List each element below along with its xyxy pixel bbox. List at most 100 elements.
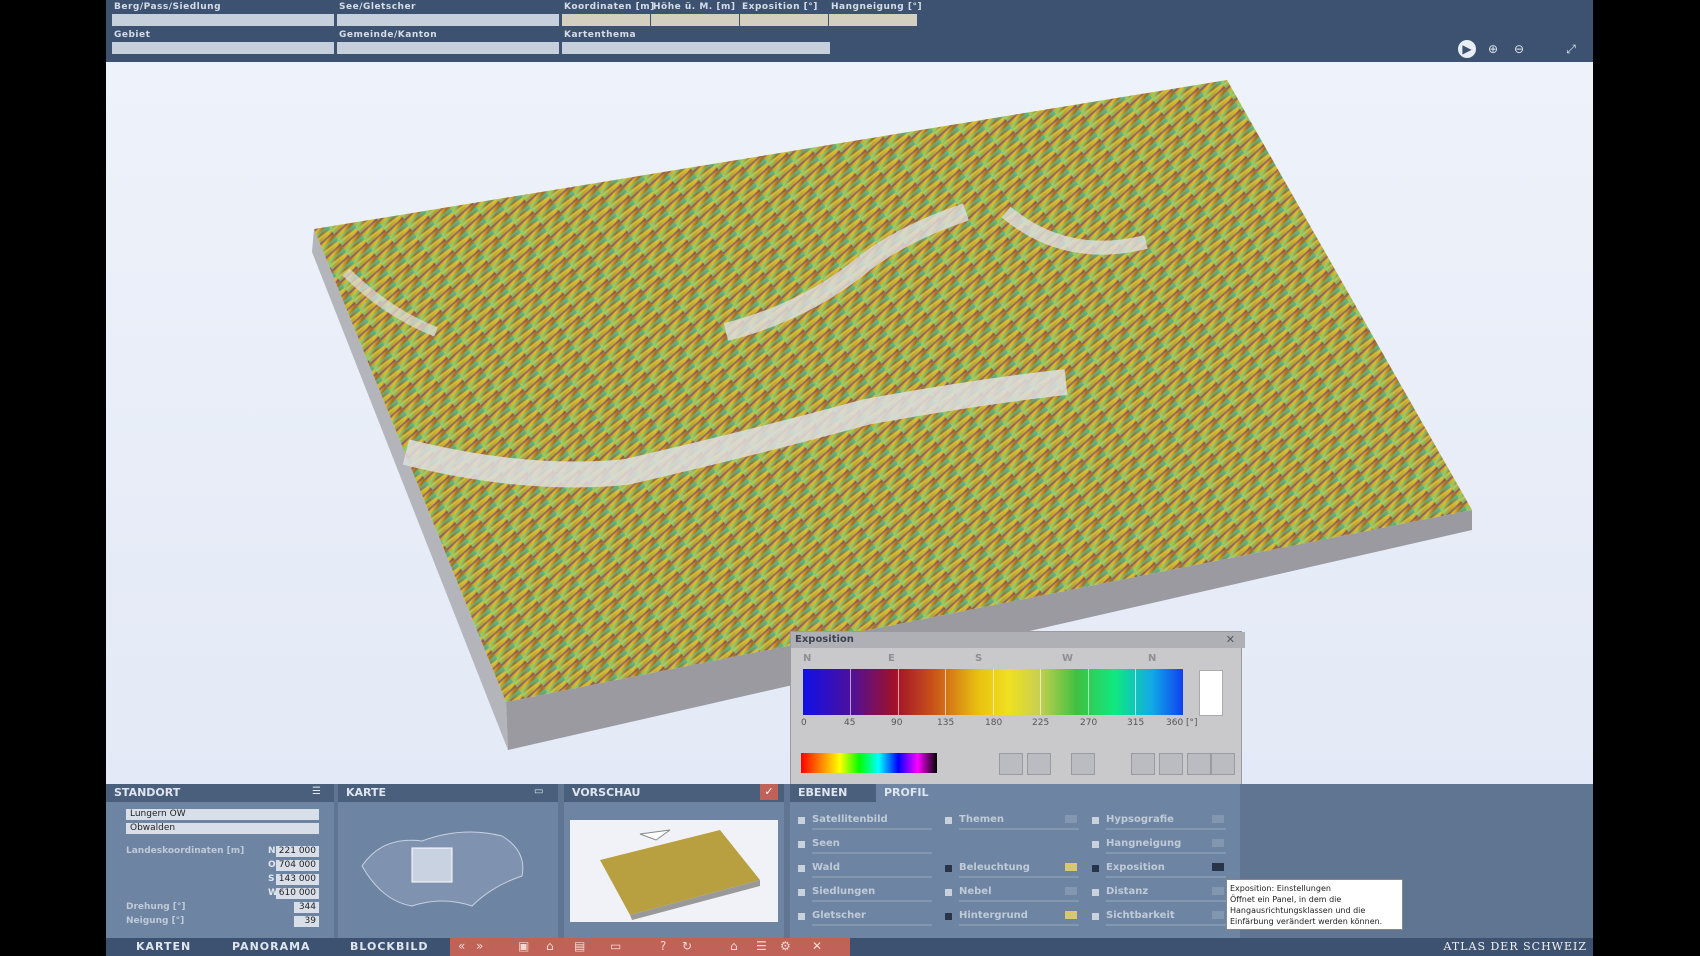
tick-45: 45 (844, 718, 856, 728)
nav-blockbild[interactable]: BLOCKBILD (350, 938, 429, 956)
preview-thumbnail (570, 820, 778, 922)
gemeinde-input[interactable] (337, 42, 559, 54)
single-class-icon[interactable] (999, 753, 1023, 775)
standort-region[interactable]: Obwalden (126, 823, 319, 834)
tooltip-body: Öffnet ein Panel, in dem die Hangausrich… (1230, 895, 1383, 926)
bottom-nav: KARTEN PANORAMA BLOCKBILD « » ▣ ⌂ ▤ ▭ ? … (106, 938, 1593, 956)
exposition-color-ramp[interactable] (803, 669, 1183, 715)
lock-icon[interactable]: ⌂ (546, 939, 554, 953)
exposition-input[interactable] (740, 14, 828, 26)
dir-n1: N (803, 653, 812, 664)
karte-section: KARTE ▭ (338, 784, 558, 938)
o-value[interactable]: 704 000 (276, 860, 319, 871)
save-icon[interactable]: ▣ (518, 939, 529, 953)
close-app-icon[interactable]: ✕ (812, 939, 822, 953)
vorschau-section: VORSCHAU ✓ (564, 784, 784, 938)
switzerland-overview-map[interactable] (342, 806, 552, 934)
checkmark-icon[interactable]: ✓ (760, 784, 778, 800)
tick-90: 90 (891, 718, 903, 728)
standort-header: STANDORT (106, 784, 334, 802)
tick-225: 225 (1032, 718, 1050, 728)
exposition-panel-title: Exposition (791, 632, 1245, 648)
kartenthema-label: Kartenthema (564, 30, 637, 40)
hangneigung-label: Hangneigung [°] (831, 2, 923, 12)
apply-icon[interactable] (1131, 753, 1155, 775)
tab-ebenen[interactable]: EBENEN (790, 784, 876, 802)
karte-header: KARTE (338, 784, 558, 802)
histogram-icon[interactable] (1071, 753, 1095, 775)
o-label: O (268, 860, 276, 870)
undo-icon[interactable] (1187, 753, 1211, 775)
drehung-label: Drehung [°] (126, 902, 186, 912)
home-icon[interactable]: ⌂ (730, 939, 738, 953)
standort-place[interactable]: Lungern OW (126, 809, 319, 820)
dir-s: S (975, 653, 983, 664)
ebenen-section: EBENEN PROFIL Satellitenbild Seen Wald S… (790, 784, 1240, 938)
tick-180: 180 (985, 718, 1003, 728)
nav-panorama[interactable]: PANORAMA (232, 938, 311, 956)
w-value[interactable]: 610 000 (276, 888, 319, 899)
see-label: See/Gletscher (339, 2, 416, 12)
settings-icon[interactable]: ⚙ (780, 939, 791, 953)
standort-section: STANDORT ☰ Lungern OW Obwalden Landeskoo… (106, 784, 334, 938)
flat-color-swatch[interactable] (1199, 670, 1223, 716)
hangneigung-input[interactable] (829, 14, 917, 26)
kartenthema-input[interactable] (562, 42, 830, 54)
koordinaten-label: Koordinaten [m] (564, 2, 655, 12)
dir-e: E (888, 653, 895, 664)
tick-0: 0 (801, 718, 807, 728)
brand-logo: ATLAS DER SCHWEIZ (1443, 940, 1587, 953)
n-label: N (268, 846, 276, 856)
neigung-label: Neigung [°] (126, 916, 185, 926)
drehung-value[interactable]: 344 (294, 902, 319, 913)
tick-135: 135 (937, 718, 955, 728)
print-icon[interactable]: ▤ (574, 939, 585, 953)
rewind-icon[interactable]: « (458, 939, 465, 953)
exposition-label: Exposition [°] (742, 2, 818, 12)
app-window: Berg/Pass/Siedlung See/Gletscher Koordin… (106, 0, 1593, 956)
multi-class-icon[interactable] (1027, 753, 1051, 775)
s-value[interactable]: 143 000 (276, 874, 319, 885)
gebiet-input[interactable] (112, 42, 334, 54)
list-view-icon[interactable]: ☰ (756, 939, 767, 953)
vorschau-header: VORSCHAU (564, 784, 784, 802)
tick-360: 360 [°] (1166, 718, 1198, 728)
help-icon[interactable]: ? (660, 939, 666, 953)
coords-label: Landeskoordinaten [m] (126, 846, 245, 856)
reset-icon[interactable] (1159, 753, 1183, 775)
block-diagram-viewport[interactable]: Exposition ✕ N E S W N 0 45 90 135 180 2… (106, 62, 1593, 784)
dir-w: W (1062, 653, 1074, 664)
zoom-out-icon[interactable]: ⊖ (1510, 40, 1528, 58)
close-icon[interactable]: ✕ (1226, 633, 1235, 646)
tick-270: 270 (1080, 718, 1098, 728)
forward-icon[interactable]: » (476, 939, 483, 953)
gemeinde-label: Gemeinde/Kanton (339, 30, 438, 40)
berg-label: Berg/Pass/Siedlung (114, 2, 222, 12)
s-label: S (268, 874, 275, 884)
tick-315: 315 (1127, 718, 1145, 728)
n-value[interactable]: 221 000 (276, 846, 319, 857)
hoehe-input[interactable] (651, 14, 739, 26)
tab-profil[interactable]: PROFIL (876, 784, 962, 802)
gebiet-label: Gebiet (114, 30, 151, 40)
hoehe-label: Höhe ü. M. [m] (653, 2, 736, 12)
map-icon[interactable]: ▭ (534, 786, 543, 797)
neigung-value[interactable]: 39 (294, 916, 319, 927)
zoom-in-icon[interactable]: ⊕ (1484, 40, 1502, 58)
play-icon[interactable]: ▶ (1458, 40, 1476, 58)
see-input[interactable] (337, 14, 559, 26)
color-spectrum-picker[interactable] (801, 753, 937, 773)
nav-karten[interactable]: KARTEN (136, 938, 191, 956)
list-icon[interactable]: ☰ (312, 786, 321, 797)
berg-input[interactable] (112, 14, 334, 26)
exposition-panel: Exposition ✕ N E S W N 0 45 90 135 180 2… (790, 631, 1245, 784)
rotate-icon[interactable]: ↻ (682, 939, 692, 953)
dir-n2: N (1148, 653, 1157, 664)
tooltip-title: Exposition: Einstellungen (1230, 884, 1331, 893)
fit-view-icon[interactable]: ⤢ (1562, 40, 1580, 58)
redo-icon[interactable] (1211, 753, 1235, 775)
tool-strip: « » ▣ ⌂ ▤ ▭ ? ↻ ⌂ ☰ ⚙ ✕ (450, 938, 850, 956)
exposition-tooltip: Exposition: Einstellungen Öffnet ein Pan… (1226, 879, 1403, 930)
export-icon[interactable]: ▭ (610, 939, 621, 953)
koordinaten-input[interactable] (562, 14, 650, 26)
